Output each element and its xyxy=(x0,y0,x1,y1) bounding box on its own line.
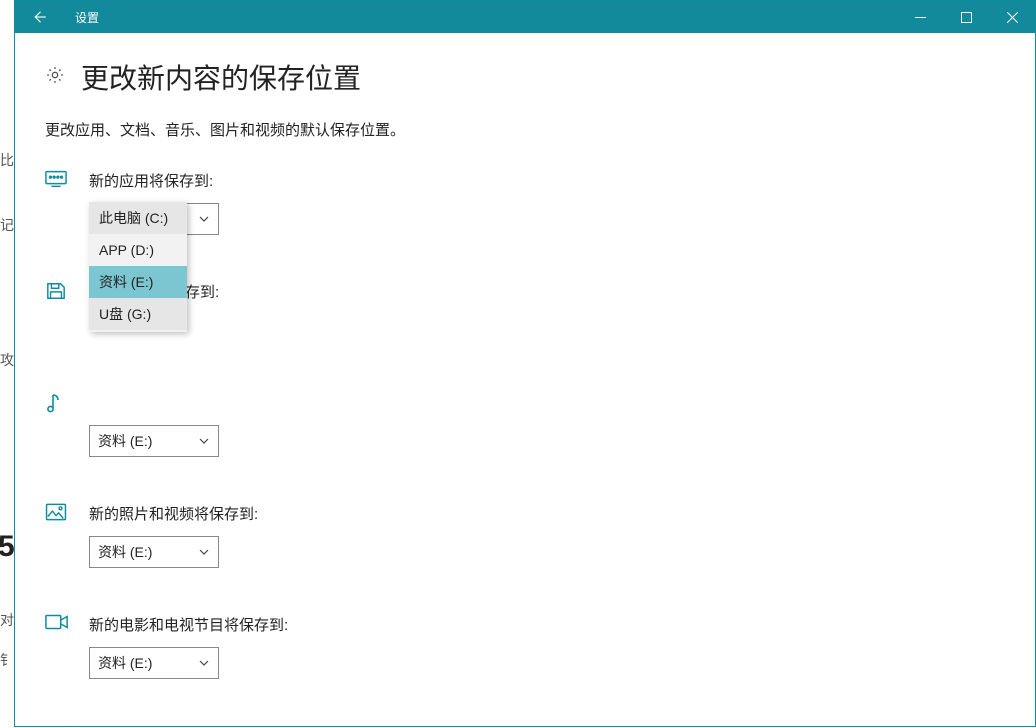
combo-value: 资料 (E:) xyxy=(98,431,152,451)
dropdown-option-c[interactable]: 此电脑 (C:) xyxy=(89,202,187,234)
background-text: 钅 xyxy=(0,650,14,670)
save-icon xyxy=(45,281,89,306)
photos-location-combo[interactable]: 资料 (E:) xyxy=(89,536,219,568)
titlebar: 设置 xyxy=(15,1,1035,33)
storage-item-body: 更改离线地图的存储位置 此电脑 (C:) xyxy=(89,725,1005,726)
music-icon xyxy=(45,392,89,419)
chevron-down-icon xyxy=(198,435,210,447)
dropdown-option-e[interactable]: 资料 (E:) xyxy=(89,266,187,298)
storage-item-apps: 新的应用将保存到: APP (D:) 此电脑 (C:) APP (D:) 资料 … xyxy=(45,170,1005,235)
storage-item-body: 新的应用将保存到: APP (D:) 此电脑 (C:) APP (D:) 资料 … xyxy=(89,170,1005,235)
movies-location-combo[interactable]: 资料 (E:) xyxy=(89,647,219,679)
close-icon xyxy=(1007,12,1018,23)
music-location-combo[interactable]: 资料 (E:) xyxy=(89,425,219,457)
apps-location-dropdown: 此电脑 (C:) APP (D:) 资料 (E:) U盘 (G:) xyxy=(89,202,187,332)
storage-item-label: 新的应用将保存到: xyxy=(89,170,1005,191)
storage-item-body: 新的照片和视频将保存到: 资料 (E:) xyxy=(89,503,1005,568)
gear-icon xyxy=(45,65,65,90)
minimize-button[interactable] xyxy=(897,1,943,33)
storage-item-music: 新的音乐将保存到: 资料 (E:) xyxy=(45,392,1005,457)
window-controls xyxy=(897,1,1035,33)
storage-item-label-partial: 存到: xyxy=(89,281,1005,302)
dropdown-option-g[interactable]: U盘 (G:) xyxy=(89,298,187,330)
storage-item-body: 新的音乐将保存到: 资料 (E:) xyxy=(89,392,1005,457)
storage-item-movies: 新的电影和电视节目将保存到: 资料 (E:) xyxy=(45,614,1005,679)
chevron-down-icon xyxy=(198,213,210,225)
close-button[interactable] xyxy=(989,1,1035,33)
chevron-down-icon xyxy=(198,546,210,558)
background-text: 5 xyxy=(0,530,15,564)
maximize-button[interactable] xyxy=(943,1,989,33)
videos-icon xyxy=(45,614,89,635)
window-title: 设置 xyxy=(75,9,99,26)
storage-item-body: 新的电影和电视节目将保存到: 资料 (E:) xyxy=(89,614,1005,679)
dropdown-option-d[interactable]: APP (D:) xyxy=(89,234,187,266)
back-button[interactable] xyxy=(15,1,63,33)
storage-item-label: 更改离线地图的存储位置 xyxy=(89,725,1005,726)
background-text: 记 xyxy=(0,215,14,235)
maximize-icon xyxy=(961,12,972,23)
page-title: 更改新内容的保存位置 xyxy=(81,57,361,97)
photos-icon xyxy=(45,503,89,526)
background-text: 对 xyxy=(0,610,14,630)
background-text: 比 xyxy=(0,150,14,170)
storage-item-label: 新的电影和电视节目将保存到: xyxy=(89,614,1005,635)
storage-item-label: 新的照片和视频将保存到: xyxy=(89,503,1005,524)
storage-item-photos: 新的照片和视频将保存到: 资料 (E:) xyxy=(45,503,1005,568)
minimize-icon xyxy=(915,12,926,23)
combo-value: 资料 (E:) xyxy=(98,542,152,562)
apps-icon xyxy=(45,170,89,193)
page-description: 更改应用、文档、音乐、图片和视频的默认保存位置。 xyxy=(45,119,1005,140)
settings-window: 设置 更改新内容的保存位置 更改应用、文档、音乐、图片和视频的默认保存位置。 xyxy=(14,0,1036,727)
storage-item-maps: 更改离线地图的存储位置 此电脑 (C:) xyxy=(45,725,1005,726)
combo-value: 资料 (E:) xyxy=(98,653,152,673)
storage-item-documents: 存到: xyxy=(45,281,1005,346)
storage-list: 新的应用将保存到: APP (D:) 此电脑 (C:) APP (D:) 资料 … xyxy=(45,170,1005,726)
chevron-down-icon xyxy=(198,657,210,669)
heading-row: 更改新内容的保存位置 xyxy=(45,57,1005,97)
background-text: 攻 xyxy=(0,350,14,370)
content-area: 更改新内容的保存位置 更改应用、文档、音乐、图片和视频的默认保存位置。 新的应用… xyxy=(15,33,1035,726)
back-arrow-icon xyxy=(30,8,48,26)
storage-item-body: 存到: xyxy=(89,281,1005,346)
maps-icon xyxy=(45,725,89,726)
